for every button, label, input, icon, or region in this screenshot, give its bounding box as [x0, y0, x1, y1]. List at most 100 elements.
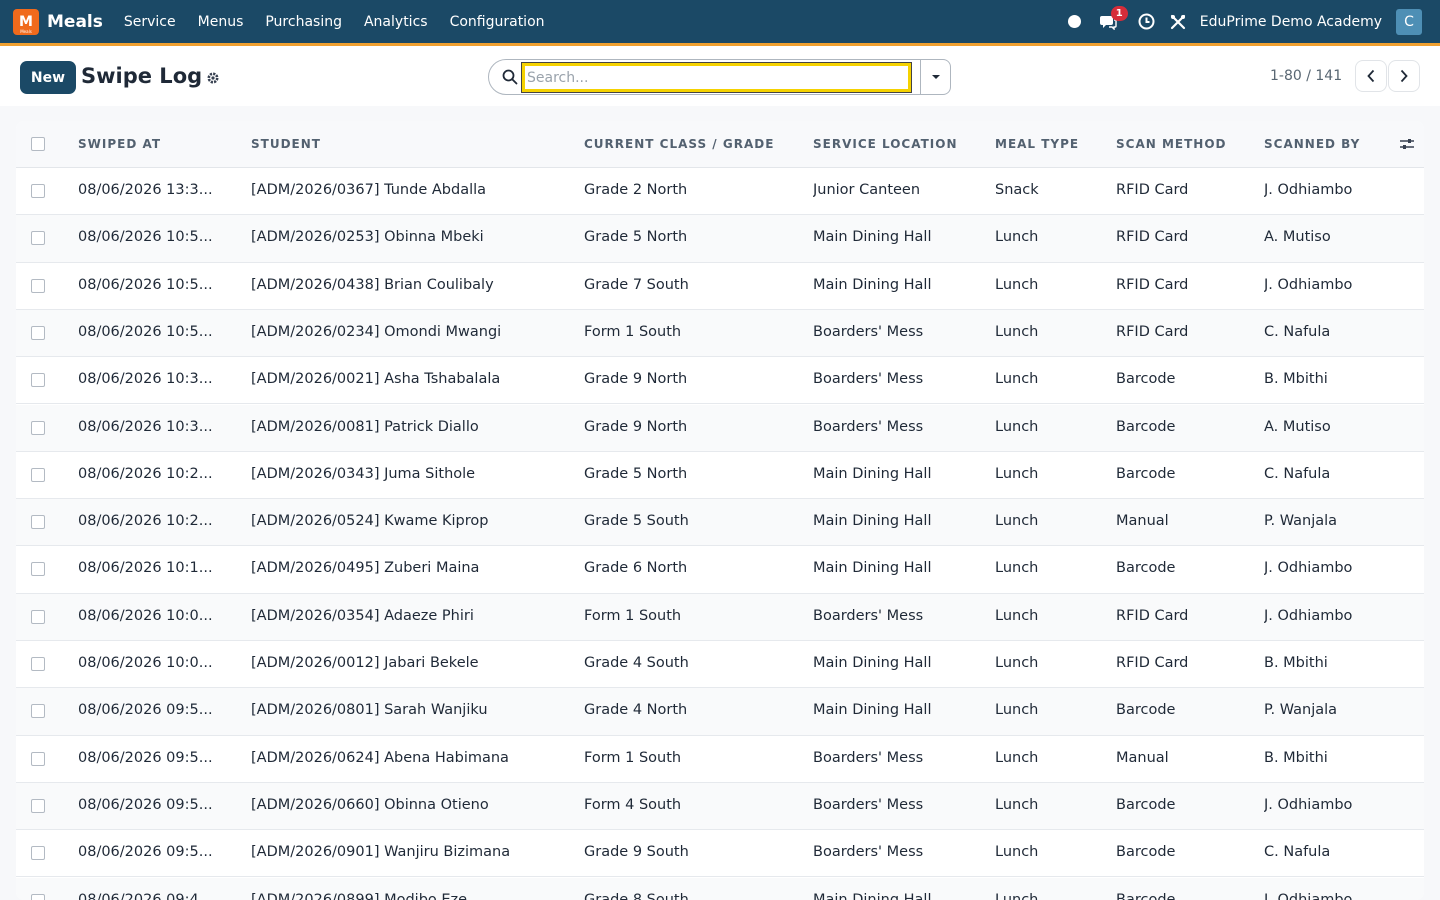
- cell-scanned-by: J. Odhiambo: [1264, 607, 1353, 624]
- activity-clock-icon[interactable]: [1137, 12, 1157, 32]
- cell-service-location: Boarders' Mess: [813, 749, 924, 766]
- cell-meal-type: Snack: [995, 182, 1039, 198]
- new-button[interactable]: New: [20, 61, 76, 94]
- column-header-swiped-at[interactable]: SWIPED AT: [78, 137, 161, 151]
- cell-class-grade: Form 4 South: [584, 796, 682, 813]
- search-input[interactable]: [521, 62, 912, 93]
- cell-class-grade: Grade 8 South: [584, 891, 689, 900]
- row-checkbox[interactable]: [31, 609, 45, 624]
- cell-scanned-by: J. Odhiambo: [1264, 182, 1353, 198]
- nav-item-service[interactable]: Service: [124, 14, 176, 30]
- nav-item-analytics[interactable]: Analytics: [364, 14, 428, 30]
- column-header-scanned-by[interactable]: SCANNED BY: [1264, 137, 1360, 151]
- table-row[interactable]: 08/06/2026 09:5... [ADM/2026/0801] Sarah …: [16, 688, 1424, 736]
- row-checkbox[interactable]: [31, 420, 45, 435]
- row-checkbox[interactable]: [31, 562, 45, 577]
- pager-next-button[interactable]: [1388, 60, 1420, 92]
- row-checkbox[interactable]: [31, 515, 45, 530]
- tools-icon[interactable]: [1168, 12, 1188, 32]
- table-row[interactable]: 08/06/2026 10:0... [ADM/2026/0012] Jabari…: [16, 641, 1424, 689]
- gear-icon[interactable]: [206, 70, 222, 86]
- cell-service-location: Boarders' Mess: [813, 418, 924, 435]
- row-checkbox[interactable]: [31, 231, 45, 246]
- column-header-class-grade[interactable]: CURRENT CLASS / GRADE: [584, 137, 774, 151]
- cell-meal-type: Lunch: [995, 607, 1039, 624]
- cell-scan-method: Barcode: [1116, 560, 1176, 577]
- row-checkbox[interactable]: [31, 278, 45, 293]
- cell-class-grade: Grade 6 North: [584, 560, 688, 577]
- row-checkbox[interactable]: [31, 325, 45, 340]
- table-row[interactable]: 08/06/2026 10:2... [ADM/2026/0343] Juma S…: [16, 452, 1424, 500]
- row-checkbox[interactable]: [31, 704, 45, 719]
- column-header-scan-method[interactable]: SCAN METHOD: [1116, 137, 1227, 151]
- row-checkbox[interactable]: [31, 467, 45, 482]
- column-settings-icon[interactable]: [1399, 136, 1417, 154]
- cell-swiped-at: 08/06/2026 10:5...: [78, 276, 213, 293]
- cell-meal-type: Lunch: [995, 418, 1039, 435]
- cell-service-location: Main Dining Hall: [813, 891, 932, 900]
- chevron-left-icon: [1367, 69, 1375, 83]
- pager-value[interactable]: 1-80 / 141: [1270, 68, 1342, 84]
- app-logo-icon[interactable]: M Meals: [13, 8, 39, 35]
- row-checkbox[interactable]: [31, 373, 45, 388]
- cell-student: [ADM/2026/0081] Patrick Diallo: [251, 418, 479, 435]
- table-row[interactable]: 08/06/2026 10:5... [ADM/2026/0253] Obinna…: [16, 215, 1424, 263]
- row-checkbox[interactable]: [31, 751, 45, 766]
- caret-down-icon: [931, 75, 940, 79]
- row-checkbox[interactable]: [31, 798, 45, 813]
- cell-student: [ADM/2026/0253] Obinna Mbeki: [251, 229, 484, 246]
- pager-previous-button[interactable]: [1355, 60, 1387, 92]
- chevron-right-icon: [1400, 69, 1408, 83]
- messages-icon[interactable]: 1: [1097, 5, 1128, 32]
- table-row[interactable]: 08/06/2026 10:2... [ADM/2026/0524] Kwame …: [16, 499, 1424, 547]
- cell-scanned-by: C. Nafula: [1264, 323, 1331, 340]
- table-row[interactable]: 08/06/2026 10:1... [ADM/2026/0495] Zuberi…: [16, 546, 1424, 594]
- cell-swiped-at: 08/06/2026 10:3...: [78, 371, 213, 388]
- column-header-service-location[interactable]: SERVICE LOCATION: [813, 137, 958, 151]
- table-row[interactable]: 08/06/2026 10:5... [ADM/2026/0438] Brian …: [16, 263, 1424, 310]
- cell-meal-type: Lunch: [995, 702, 1039, 719]
- table-row[interactable]: 08/06/2026 09:5... [ADM/2026/0660] Obinna…: [16, 782, 1424, 831]
- cell-meal-type: Lunch: [995, 465, 1039, 482]
- nav-item-configuration[interactable]: Configuration: [450, 14, 545, 30]
- cell-scan-method: Barcode: [1116, 796, 1176, 813]
- cell-scanned-by: B. Mbithi: [1264, 655, 1328, 671]
- table-row[interactable]: 08/06/2026 13:3... [ADM/2026/0367] Tunde …: [16, 168, 1424, 216]
- cell-scanned-by: J. Odhiambo: [1264, 276, 1353, 293]
- row-checkbox[interactable]: [31, 893, 45, 900]
- cell-service-location: Junior Canteen: [813, 182, 921, 198]
- table-row[interactable]: 08/06/2026 09:4... [ADM/2026/0899] Modibo…: [16, 877, 1424, 900]
- status-dot-icon[interactable]: [1067, 15, 1081, 28]
- column-header-student[interactable]: STUDENT: [251, 137, 321, 151]
- nav-item-purchasing[interactable]: Purchasing: [265, 14, 342, 30]
- column-header-meal-type[interactable]: MEAL TYPE: [995, 137, 1079, 151]
- row-checkbox[interactable]: [31, 846, 45, 861]
- nav-item-menus[interactable]: Menus: [198, 14, 244, 30]
- app-name[interactable]: Meals: [47, 12, 103, 32]
- cell-meal-type: Lunch: [995, 655, 1039, 671]
- cell-scanned-by: P. Wanjala: [1264, 702, 1338, 719]
- table-row[interactable]: 08/06/2026 10:5... [ADM/2026/0234] Omondi…: [16, 309, 1424, 358]
- cell-student: [ADM/2026/0899] Modibo Eze: [251, 891, 468, 900]
- table-row[interactable]: 08/06/2026 10:3... [ADM/2026/0021] Asha T…: [16, 357, 1424, 405]
- user-avatar[interactable]: C: [1396, 8, 1422, 35]
- cell-class-grade: Grade 5 North: [584, 229, 688, 246]
- table-row[interactable]: 08/06/2026 10:0... [ADM/2026/0354] Adaeze…: [16, 593, 1424, 641]
- cell-student: [ADM/2026/0354] Adaeze Phiri: [251, 607, 474, 624]
- search-options-toggle[interactable]: [921, 59, 951, 95]
- row-checkbox[interactable]: [31, 657, 45, 671]
- select-all-checkbox[interactable]: [31, 137, 45, 151]
- cell-scanned-by: A. Mutiso: [1264, 229, 1331, 246]
- cell-scanned-by: J. Odhiambo: [1264, 891, 1353, 900]
- cell-swiped-at: 08/06/2026 10:5...: [78, 323, 213, 340]
- row-checkbox[interactable]: [31, 184, 45, 198]
- cell-scanned-by: C. Nafula: [1264, 465, 1331, 482]
- table-row[interactable]: 08/06/2026 10:3... [ADM/2026/0081] Patric…: [16, 404, 1424, 452]
- cell-student: [ADM/2026/0901] Wanjiru Bizimana: [251, 844, 511, 861]
- cell-student: [ADM/2026/0012] Jabari Bekele: [251, 655, 479, 671]
- table-row[interactable]: 08/06/2026 09:5... [ADM/2026/0624] Abena …: [16, 736, 1424, 783]
- company-switcher[interactable]: EduPrime Demo Academy: [1200, 14, 1382, 30]
- cell-student: [ADM/2026/0343] Juma Sithole: [251, 465, 476, 482]
- table-row[interactable]: 08/06/2026 09:5... [ADM/2026/0901] Wanjir…: [16, 830, 1424, 878]
- cell-student: [ADM/2026/0234] Omondi Mwangi: [251, 323, 502, 340]
